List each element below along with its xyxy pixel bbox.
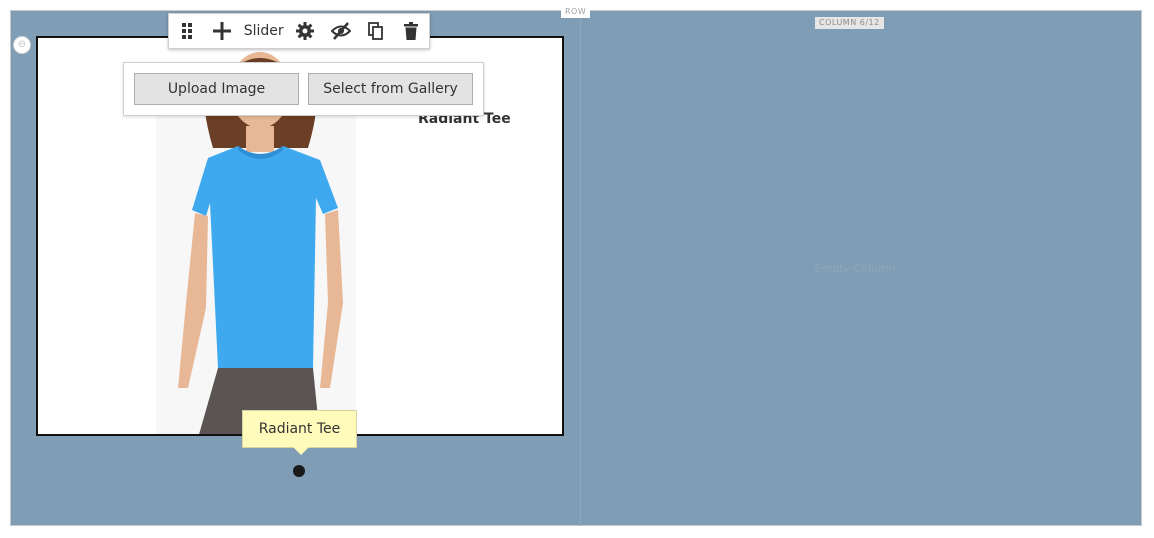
row-label: ROW — [561, 6, 591, 18]
toolbar-label: Slider — [243, 23, 284, 39]
empty-column-text: Empty Column — [814, 262, 896, 275]
duplicate-icon[interactable] — [358, 14, 393, 48]
column-label: COLUMN 6/12 — [815, 17, 884, 29]
slider-navigation-dot[interactable] — [293, 465, 305, 477]
slide-tooltip: Radiant Tee — [242, 410, 357, 448]
collapse-icon[interactable]: ⊖ — [13, 36, 31, 54]
hide-icon[interactable] — [323, 14, 358, 48]
image-upload-panel: Upload Image Select from Gallery — [123, 62, 484, 116]
select-from-gallery-button[interactable]: Select from Gallery — [308, 73, 473, 105]
tooltip-arrow — [293, 447, 309, 455]
element-toolbar: Slider — [168, 13, 430, 49]
trash-icon[interactable] — [394, 14, 429, 48]
add-icon[interactable] — [204, 14, 239, 48]
gear-icon[interactable] — [288, 14, 323, 48]
column-divider[interactable] — [580, 10, 581, 526]
upload-image-button[interactable]: Upload Image — [134, 73, 299, 105]
drag-handle-icon[interactable] — [169, 14, 204, 48]
